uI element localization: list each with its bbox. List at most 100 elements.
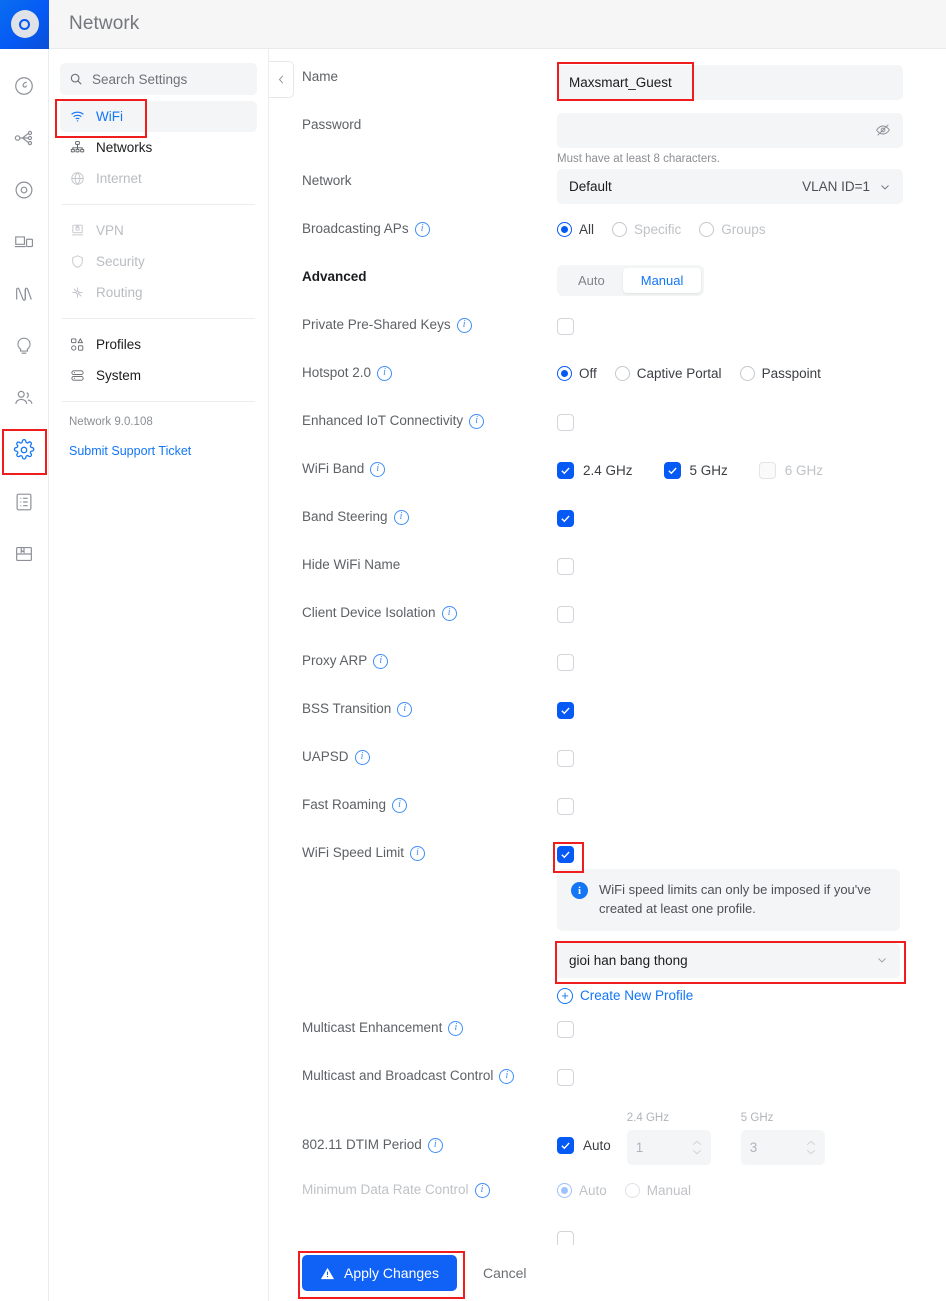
- dtim-24ghz-stepper[interactable]: 1: [626, 1129, 711, 1165]
- info-icon[interactable]: i: [354, 749, 370, 765]
- radio-manual[interactable]: Manual: [624, 1182, 691, 1198]
- wifi-speed-limit-checkbox[interactable]: [553, 842, 584, 873]
- sidebar-item-networks[interactable]: Networks: [60, 132, 257, 163]
- radio-label: Off: [579, 366, 597, 381]
- sidebar-item-wifi[interactable]: WiFi: [55, 99, 257, 138]
- bss-transition-checkbox[interactable]: [557, 702, 574, 719]
- insights-icon[interactable]: [5, 268, 43, 320]
- wifi-form: Name Maxsmart_Guest Password Must have a…: [269, 49, 946, 1270]
- info-icon[interactable]: i: [469, 413, 485, 429]
- sidebar-item-label: Routing: [96, 285, 143, 300]
- sidebar-item-vpn[interactable]: VPN: [60, 215, 257, 246]
- client-devices-icon[interactable]: [5, 216, 43, 268]
- sidebar-item-security[interactable]: Security: [60, 246, 257, 277]
- dtim-auto-checkbox[interactable]: [557, 1136, 574, 1154]
- radio-passpoint[interactable]: Passpoint: [739, 366, 821, 381]
- dtim-label: 802.11 DTIM Period i: [302, 1108, 557, 1154]
- cancel-button[interactable]: Cancel: [483, 1265, 527, 1281]
- radio-dot: [612, 222, 628, 237]
- logs-icon[interactable]: [5, 476, 43, 528]
- multicast-enhancement-checkbox[interactable]: [557, 1020, 574, 1038]
- sidebar-item-internet[interactable]: Internet: [60, 163, 257, 194]
- sidebar-item-label: WiFi: [96, 109, 123, 124]
- multicast-broadcast-label: Multicast and Broadcast Control i: [302, 1060, 557, 1085]
- dashboard-icon[interactable]: [5, 60, 43, 112]
- radio-groups[interactable]: Groups: [699, 222, 766, 237]
- segment-manual[interactable]: Manual: [622, 268, 702, 293]
- info-icon[interactable]: i: [397, 701, 413, 717]
- info-icon[interactable]: i: [414, 221, 430, 237]
- enhanced-iot-checkbox[interactable]: [557, 414, 574, 431]
- submit-support-ticket-link[interactable]: Submit Support Ticket: [60, 428, 257, 458]
- band-24ghz-checkbox[interactable]: [557, 462, 574, 479]
- info-icon[interactable]: i: [474, 1182, 490, 1198]
- dtim-5ghz-stepper[interactable]: 3: [740, 1129, 825, 1165]
- radio-specific[interactable]: Specific: [612, 222, 681, 237]
- sidebar-item-system[interactable]: System: [60, 360, 257, 391]
- info-icon[interactable]: i: [410, 845, 426, 861]
- radio-all[interactable]: All: [557, 222, 594, 237]
- info-icon[interactable]: i: [373, 653, 389, 669]
- radio-label: Groups: [721, 222, 766, 237]
- hotspot-icon[interactable]: [5, 320, 43, 372]
- unifi-logo-block[interactable]: [0, 0, 49, 49]
- radio-captive-portal[interactable]: Captive Portal: [614, 366, 722, 381]
- form-row-enhanced-iot: Enhanced IoT Connectivity i: [302, 405, 903, 453]
- info-icon[interactable]: i: [441, 605, 457, 621]
- sidebar-item-label: Networks: [96, 140, 153, 155]
- info-icon[interactable]: i: [499, 1068, 515, 1084]
- clients-icon[interactable]: [5, 372, 43, 424]
- unifi-devices-icon[interactable]: [5, 164, 43, 216]
- speed-limit-profile-select[interactable]: gioi han bang thong: [555, 940, 906, 984]
- hide-wifi-name-checkbox[interactable]: [557, 558, 574, 575]
- uapsd-checkbox[interactable]: [557, 750, 574, 767]
- form-row-broadcasting-aps: Broadcasting APs i All Specific Groups: [302, 213, 903, 261]
- band-5ghz[interactable]: 5 GHz: [663, 462, 728, 479]
- info-icon[interactable]: i: [392, 797, 408, 813]
- info-icon[interactable]: i: [377, 365, 393, 381]
- band-steering-label: Band Steering i: [302, 501, 557, 526]
- info-icon[interactable]: i: [456, 317, 472, 333]
- info-icon[interactable]: i: [393, 509, 409, 525]
- eye-off-icon[interactable]: [875, 122, 891, 141]
- band-5ghz-checkbox[interactable]: [663, 462, 681, 479]
- network-select[interactable]: Default VLAN ID=1: [557, 169, 903, 204]
- info-icon[interactable]: i: [370, 461, 386, 477]
- stepper-arrows[interactable]: [692, 1140, 702, 1155]
- radio-off[interactable]: Off: [557, 366, 597, 381]
- packages-icon[interactable]: [5, 528, 43, 580]
- advanced-label: Advanced: [302, 269, 367, 284]
- create-new-profile-link[interactable]: + Create New Profile: [557, 987, 903, 1004]
- info-icon[interactable]: i: [427, 1137, 443, 1153]
- form-row-multicast-broadcast: Multicast and Broadcast Control i: [302, 1060, 903, 1108]
- search-placeholder: Search Settings: [92, 71, 188, 87]
- band-steering-checkbox[interactable]: [557, 510, 574, 527]
- sidebar-item-profiles[interactable]: Profiles: [60, 329, 257, 360]
- dtim-auto-spacer: [557, 1112, 611, 1126]
- network-label: Network: [302, 173, 352, 188]
- sidebar-item-routing[interactable]: Routing: [60, 277, 257, 308]
- form-row-hide-wifi-name: Hide WiFi Name: [302, 549, 903, 597]
- networks-icon: [69, 140, 85, 155]
- search-input[interactable]: Search Settings: [60, 63, 257, 95]
- band-24ghz[interactable]: 2.4 GHz: [557, 462, 633, 479]
- radio-dot: [624, 1182, 640, 1198]
- password-hint: Must have at least 8 characters.: [557, 153, 720, 165]
- segment-auto[interactable]: Auto: [560, 268, 623, 293]
- back-button[interactable]: [269, 61, 294, 98]
- stepper-arrows[interactable]: [806, 1140, 816, 1155]
- settings-icon[interactable]: [2, 424, 47, 476]
- fast-roaming-checkbox[interactable]: [557, 798, 574, 815]
- topology-icon[interactable]: [5, 112, 43, 164]
- wifi-speed-limit-label: WiFi Speed Limit i: [302, 837, 557, 862]
- client-isolation-checkbox[interactable]: [557, 606, 574, 623]
- apply-changes-button[interactable]: Apply Changes: [298, 1251, 465, 1299]
- name-input[interactable]: Maxsmart_Guest: [557, 62, 903, 101]
- password-input[interactable]: [557, 113, 903, 148]
- private-psk-checkbox[interactable]: [557, 318, 574, 335]
- chevron-down-icon: [692, 1149, 701, 1154]
- proxy-arp-checkbox[interactable]: [557, 654, 574, 671]
- info-icon[interactable]: i: [448, 1020, 464, 1036]
- radio-auto[interactable]: Auto: [557, 1182, 607, 1198]
- multicast-broadcast-checkbox[interactable]: [557, 1068, 574, 1086]
